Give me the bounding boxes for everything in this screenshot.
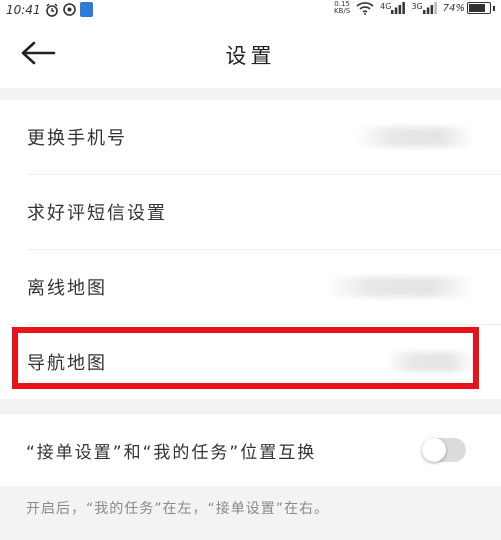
menu-item-change-phone[interactable]: 更换手机号 xyxy=(0,100,501,174)
status-bar: 10:41 0.15 KB/S 4G 3G 74% xyxy=(0,0,501,22)
battery-indicator: 74% xyxy=(443,2,495,14)
app-header: 设置 xyxy=(0,22,501,88)
signal-3g-label: 3G xyxy=(411,2,423,11)
menu-item-label: 求好评短信设置 xyxy=(27,203,167,224)
swap-position-hint: 开启后，“我的任务”在左，“接单设置”在右。 xyxy=(26,501,330,517)
page-title: 设置 xyxy=(225,44,276,68)
swap-position-toggle[interactable] xyxy=(422,438,466,462)
menu-item-offline-map[interactable]: 离线地图 xyxy=(0,250,501,324)
menu-item-label: 更换手机号 xyxy=(27,128,127,149)
network-speed-unit: KB/S xyxy=(333,7,351,15)
menu-item-review-sms[interactable]: 求好评短信设置 xyxy=(0,175,501,249)
swap-position-setting: “接单设置”和“我的任务”位置互换 xyxy=(0,414,501,486)
wifi-icon xyxy=(356,1,374,15)
battery-percent: 74% xyxy=(442,2,465,14)
signal-3g-icon: 3G xyxy=(411,2,437,14)
section-gap xyxy=(0,88,501,100)
hint-area: 开启后，“我的任务”在左，“接单设置”在右。 xyxy=(0,486,501,540)
status-left: 10:41 xyxy=(6,2,93,17)
battery-icon xyxy=(467,2,491,14)
blurred-value xyxy=(355,127,475,147)
menu-item-label: 导航地图 xyxy=(27,353,107,374)
alarm-icon xyxy=(45,3,59,17)
blurred-value xyxy=(385,352,475,372)
blurred-value xyxy=(325,277,475,297)
network-speed: 0.15 KB/S xyxy=(334,1,350,15)
menu-item-label: 离线地图 xyxy=(27,278,107,299)
section-gap xyxy=(0,399,501,414)
swap-position-label: “接单设置”和“我的任务”位置互换 xyxy=(26,442,317,463)
signal-4g-icon: 4G xyxy=(380,2,406,14)
menu-item-navigation-map[interactable]: 导航地图 xyxy=(0,325,501,399)
shield-app-icon xyxy=(79,2,93,17)
status-time: 10:41 xyxy=(6,2,41,17)
status-right: 0.15 KB/S 4G 3G 74% xyxy=(334,1,495,15)
toggle-knob xyxy=(422,438,446,462)
location-icon xyxy=(62,2,76,17)
signal-4g-label: 4G xyxy=(380,2,392,11)
